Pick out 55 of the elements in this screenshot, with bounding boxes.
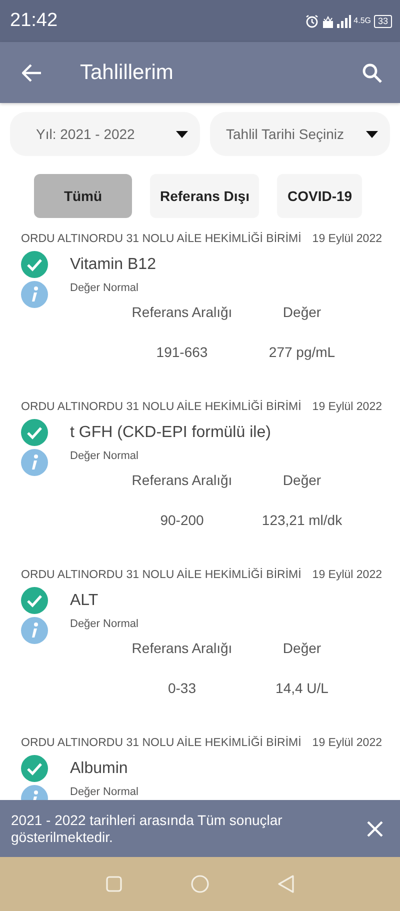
test-name: Vitamin B12 [70, 256, 156, 274]
institution-name: ORDU ALTINORDU 31 NOLU AİLE HEKİMLİĞİ BİRİMİ [21, 233, 302, 245]
reference-range: 0-33 [166, 680, 198, 696]
battery-indicator: 33 [374, 14, 392, 28]
result-date: 19 Eylül 2022 [312, 401, 382, 413]
test-name: Albumin [70, 760, 128, 778]
dropdown[interactable]: Tahlil Tarihi Seçiniz [210, 112, 390, 156]
result-note: Değer Normal [70, 786, 138, 798]
column-label: Referans Aralığı [130, 640, 234, 656]
result-value: 277 pg/mL [268, 344, 336, 360]
check-icon [21, 251, 48, 278]
result-date: 19 Eylül 2022 [312, 233, 382, 245]
close-icon[interactable] [367, 820, 383, 836]
banner-message: 2021 - 2022 tarihleri arasında Tüm sonuçlar gösterilmektedir. [11, 812, 284, 846]
reference-range: 90-200 [159, 512, 205, 528]
column-label: Referans Aralığı [130, 472, 234, 488]
check-icon [21, 755, 48, 782]
alarm-icon [304, 14, 319, 28]
reference-range: 191-663 [155, 344, 209, 360]
info-icon[interactable] [21, 449, 48, 476]
result-note: Değer Normal [70, 618, 138, 630]
institution-name: ORDU ALTINORDU 31 NOLU AİLE HEKİMLİĞİ BİRİMİ [21, 737, 302, 749]
column-label: Değer [282, 640, 322, 656]
info-icon[interactable] [21, 617, 48, 644]
test-name: t GFH (CKD-EPI formülü ile) [70, 424, 271, 442]
caret-icon [366, 130, 378, 138]
caret-icon [176, 130, 188, 138]
clock-time: 21:42 [10, 10, 58, 32]
check-icon [21, 587, 48, 614]
institution-name: ORDU ALTINORDU 31 NOLU AİLE HEKİMLİĞİ BİRİMİ [21, 569, 302, 581]
check-icon [21, 419, 48, 446]
signal-icon [336, 14, 351, 28]
back-triangle-icon[interactable] [278, 875, 294, 893]
column-label: Referans Aralığı [130, 304, 234, 320]
result-note: Değer Normal [70, 450, 138, 462]
result-note: Değer Normal [70, 282, 138, 294]
result-date: 19 Eylül 2022 [312, 569, 382, 581]
network-type: 4.5G [354, 16, 371, 25]
circle-icon[interactable] [190, 875, 209, 893]
institution-name: ORDU ALTINORDU 31 NOLU AİLE HEKİMLİĞİ BİRİMİ [21, 401, 302, 413]
test-name: ALT [70, 592, 98, 610]
back-arrow-icon[interactable] [22, 64, 42, 82]
result-date: 19 Eylül 2022 [312, 737, 382, 749]
filter-tab[interactable]: Referans Dışı [150, 174, 260, 218]
dropdown[interactable]: Yıl: 2021 - 2022 [10, 112, 200, 156]
square-icon[interactable] [106, 876, 122, 892]
info-icon[interactable] [21, 281, 48, 308]
screen-title: Tahlillerim [80, 60, 174, 84]
result-value: 123,21 ml/dk [260, 512, 344, 528]
column-label: Değer [282, 304, 322, 320]
filter-tab[interactable]: COVID-19 [277, 174, 362, 218]
search-icon[interactable] [362, 62, 382, 82]
column-label: Değer [282, 472, 322, 488]
result-value: 14,4 U/L [274, 680, 330, 696]
filter-tab[interactable]: Tümü [34, 174, 132, 218]
